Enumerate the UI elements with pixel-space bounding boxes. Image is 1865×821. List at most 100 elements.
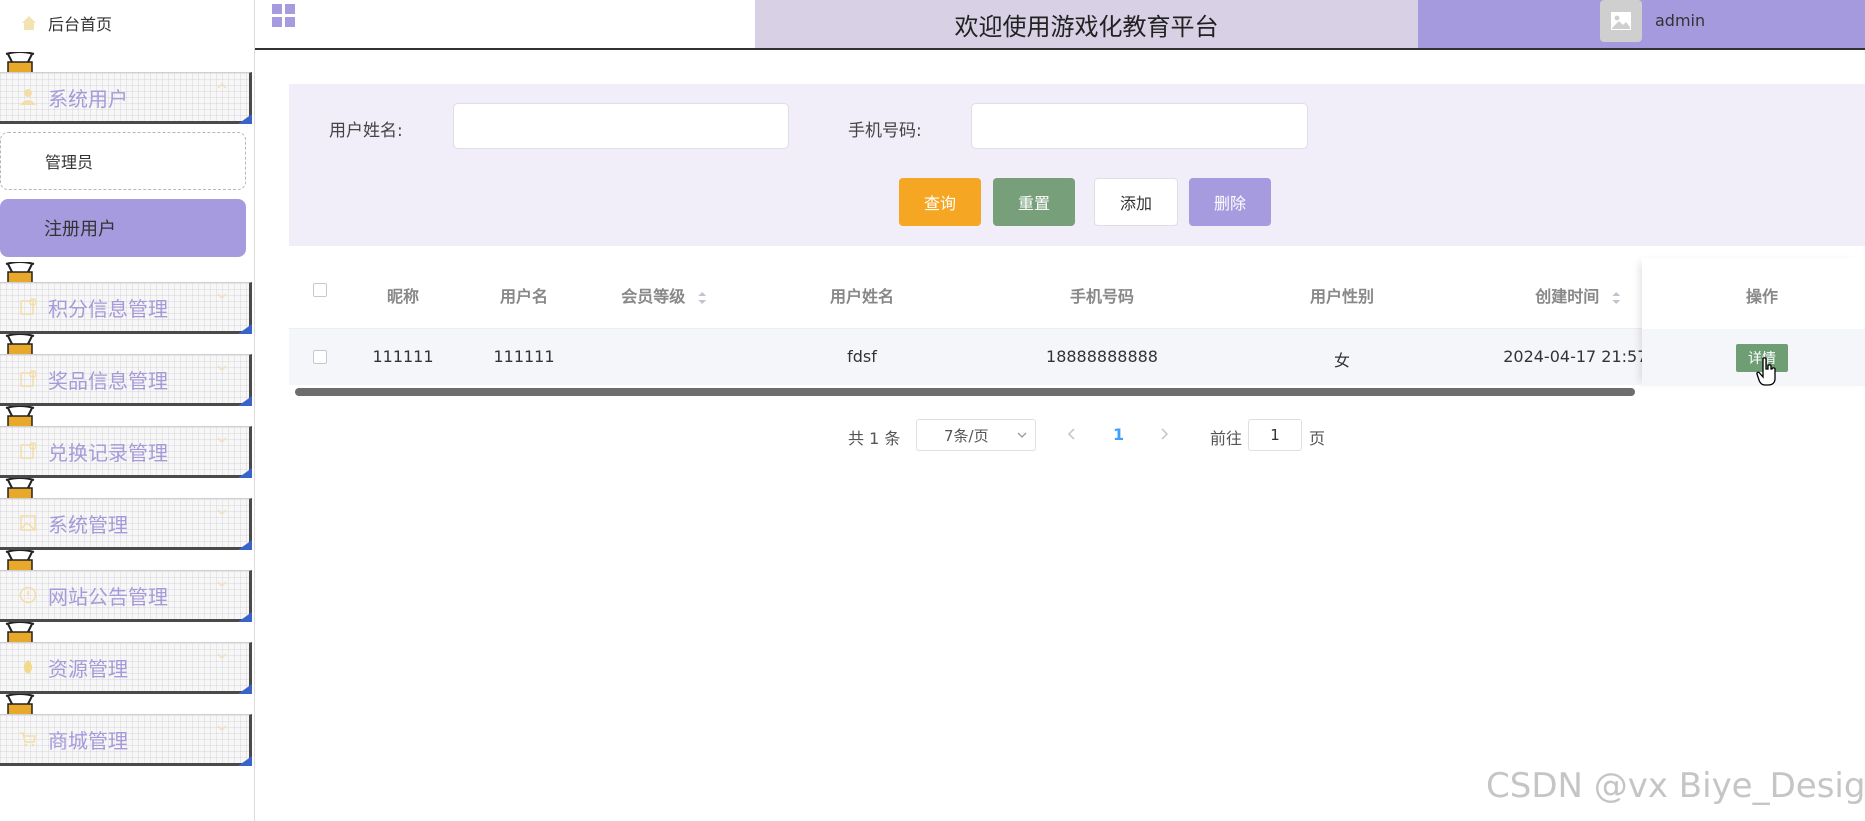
sidebar-group-label: 奖品信息管理 <box>48 368 168 393</box>
page-corner <box>238 612 252 622</box>
column-header-action: 操作 <box>1745 287 1779 306</box>
column-header-level: 会员等级 <box>621 287 686 306</box>
sidebar-group-system-users[interactable]: 系统用户 <box>0 72 252 124</box>
home-icon <box>22 16 36 30</box>
sidebar-group-label: 兑换记录管理 <box>48 440 168 465</box>
page-corner <box>238 756 252 766</box>
column-header-level-wrap[interactable]: 会员等级 <box>621 283 707 307</box>
page-corner <box>238 684 252 694</box>
sidebar-group-label: 系统用户 <box>48 86 128 111</box>
delete-button[interactable]: 删除 <box>1189 178 1271 226</box>
chevron-down-icon <box>217 653 227 660</box>
sidebar-group-label: 系统管理 <box>48 512 128 537</box>
page-suffix: 页 <box>1309 429 1326 448</box>
page-corner <box>238 468 252 478</box>
prev-page-icon[interactable] <box>1066 427 1078 441</box>
user-icon <box>18 87 38 107</box>
chevron-down-icon <box>1017 432 1027 438</box>
sidebar-subitem-label: 注册用户 <box>44 219 116 240</box>
sort-icon[interactable] <box>697 291 707 305</box>
sidebar-subitem-registered-users[interactable]: 注册用户 <box>0 199 246 257</box>
sort-icon[interactable] <box>1611 291 1621 305</box>
name-field[interactable] <box>453 103 789 149</box>
column-header-created-wrap[interactable]: 创建时间 <box>1535 283 1621 307</box>
sidebar-item-home[interactable]: 后台首页 <box>0 0 254 46</box>
select-all-checkbox[interactable] <box>313 283 327 297</box>
sidebar-item-home-label: 后台首页 <box>48 15 113 34</box>
table-row[interactable]: 111111 111111 fdsf 18888888888 女 2024-04… <box>289 329 1865 385</box>
add-button[interactable]: 添加 <box>1094 178 1178 226</box>
column-header-phone[interactable]: 手机号码 <box>1070 283 1134 307</box>
sidebar-subitem-admin[interactable]: 管理员 <box>0 132 246 190</box>
image-icon <box>18 513 38 533</box>
cell-created: 2024-04-17 21:57: <box>1503 347 1653 366</box>
chevron-down-icon <box>217 581 227 588</box>
current-page-number[interactable]: 1 <box>1113 425 1124 444</box>
column-header-nickname[interactable]: 昵称 <box>387 283 419 307</box>
resource-icon <box>18 657 38 677</box>
avatar[interactable] <box>1600 0 1642 42</box>
chevron-down-icon <box>217 293 227 300</box>
column-header-realname[interactable]: 用户姓名 <box>830 283 894 307</box>
page-corner <box>238 540 252 550</box>
cell-realname: fdsf <box>847 347 877 366</box>
sidebar-group-exchange-records[interactable]: 兑换记录管理 <box>0 426 252 478</box>
page-corner <box>238 324 252 334</box>
users-table: 昵称 用户名 会员等级 用户姓名 手机号码 用户性别 创建时间 111111 1… <box>289 258 1865 398</box>
chevron-down-icon <box>217 509 227 516</box>
column-header-username[interactable]: 用户名 <box>500 283 548 307</box>
search-panel: 用户姓名: 手机号码: 查询 重置 添加 删除 <box>289 84 1865 246</box>
info-icon <box>18 585 38 605</box>
sidebar-group-announcements[interactable]: 网站公告管理 <box>0 570 252 622</box>
sidebar-group-points[interactable]: 积分信息管理 <box>0 282 252 334</box>
sidebar-group-label: 资源管理 <box>48 656 128 681</box>
image-placeholder-icon <box>1611 12 1631 30</box>
username-label: admin <box>1655 11 1706 30</box>
row-checkbox[interactable] <box>313 350 327 364</box>
cell-gender: 女 <box>1333 351 1351 370</box>
next-page-icon[interactable] <box>1158 427 1170 441</box>
watermark: CSDN @vx Biye_Design <box>1486 766 1865 806</box>
sidebar-group-prizes[interactable]: 奖品信息管理 <box>0 354 252 406</box>
chevron-down-icon <box>217 725 227 732</box>
cell-phone: 18888888888 <box>1046 347 1158 366</box>
phone-field[interactable] <box>971 103 1308 149</box>
goto-page-input[interactable] <box>1248 419 1302 451</box>
hand-cursor-icon <box>1756 357 1776 386</box>
user-menu[interactable]: admin <box>1418 0 1865 48</box>
top-header: 欢迎使用游戏化教育平台 admin <box>255 0 1865 50</box>
chevron-up-icon <box>217 82 227 89</box>
menu-grid-icon[interactable] <box>271 3 297 29</box>
column-header-gender[interactable]: 用户性别 <box>1310 283 1374 307</box>
document-icon <box>18 369 38 389</box>
document-icon <box>18 297 38 317</box>
reset-button[interactable]: 重置 <box>993 178 1075 226</box>
fixed-action-column: 操作 详情 <box>1642 258 1865 386</box>
chevron-down-icon <box>217 437 227 444</box>
goto-label: 前往 <box>1210 429 1243 448</box>
page-corner <box>238 114 252 124</box>
sidebar-group-shop[interactable]: 商城管理 <box>0 714 252 766</box>
page-size-select[interactable]: 7条/页 <box>916 419 1036 451</box>
column-header-created: 创建时间 <box>1535 287 1600 306</box>
query-button[interactable]: 查询 <box>899 178 981 226</box>
sidebar-group-resources[interactable]: 资源管理 <box>0 642 252 694</box>
page-size-value: 7条/页 <box>944 426 989 445</box>
sidebar: 后台首页 系统用户 管理员 注册用户 积分信息管理 奖品信息管理 兑换记录管理 … <box>0 0 255 821</box>
cart-icon <box>18 729 38 749</box>
chevron-down-icon <box>217 365 227 372</box>
cell-nickname: 111111 <box>372 347 434 366</box>
horizontal-scrollbar[interactable] <box>295 388 1635 396</box>
sidebar-group-label: 积分信息管理 <box>48 296 168 321</box>
total-count: 共 1 条 <box>848 429 901 448</box>
page-corner <box>238 396 252 406</box>
sidebar-group-system-management[interactable]: 系统管理 <box>0 498 252 550</box>
name-field-label: 用户姓名: <box>329 121 403 141</box>
sidebar-group-label: 商城管理 <box>48 728 128 753</box>
document-icon <box>18 441 38 461</box>
table-header: 昵称 用户名 会员等级 用户姓名 手机号码 用户性别 创建时间 <box>289 258 1865 329</box>
sidebar-group-label: 网站公告管理 <box>48 584 168 609</box>
cell-username: 111111 <box>493 347 555 366</box>
phone-field-label: 手机号码: <box>848 121 922 141</box>
page-title: 欢迎使用游戏化教育平台 <box>755 0 1418 48</box>
